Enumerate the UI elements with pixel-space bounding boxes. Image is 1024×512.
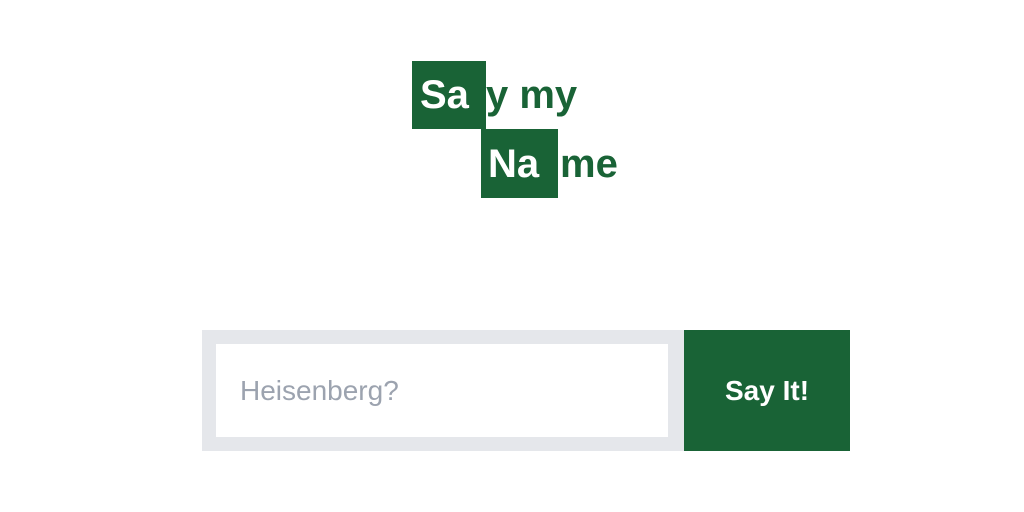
logo-text-line1: y my [486,73,578,117]
input-frame [202,330,684,451]
say-it-button[interactable]: Say It! [684,330,850,451]
logo-text-line2: me [560,142,618,186]
name-form: Say It! [202,330,850,451]
page: Sa y my Na me Say It! [0,0,1024,512]
logo-tile-na: Na [481,129,558,198]
name-input[interactable] [216,344,668,437]
logo-tile-sa: Sa [412,61,486,129]
